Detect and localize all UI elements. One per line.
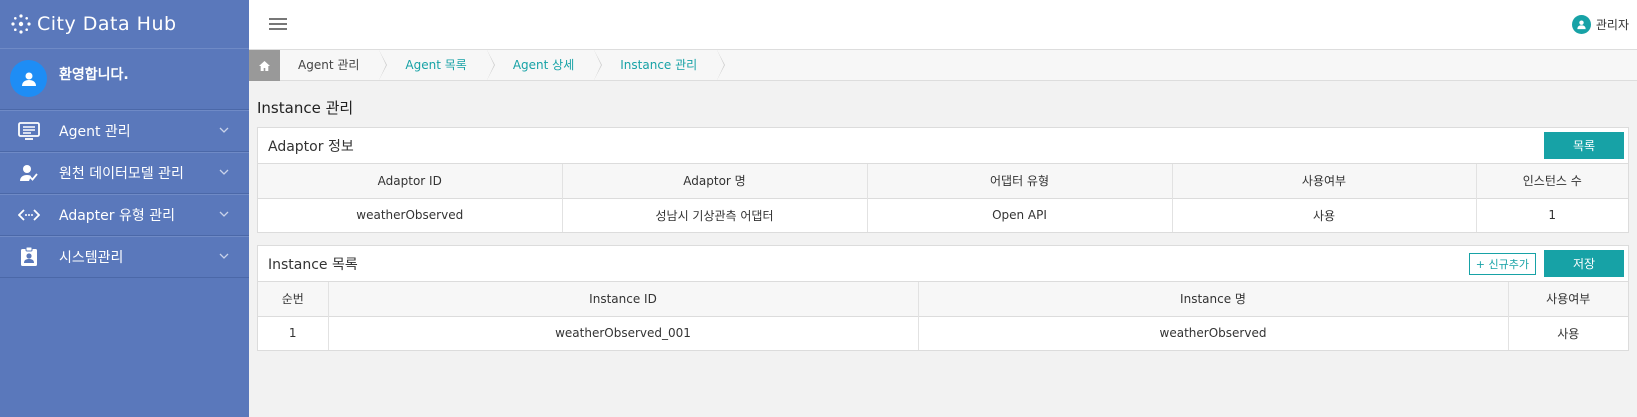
table-cell: 1 [1548,208,1557,223]
welcome-text: 환영합니다. [59,67,129,83]
column-header[interactable]: 어댑터 유형 [867,164,1173,198]
sidebar-item-label: 원천 데이터모델 관리 [59,166,184,182]
add-instance-button[interactable]: + 신규추가 [1468,253,1536,275]
sidebar-item-label: Adapter 유형 관리 [59,208,175,224]
user-label: 관리자 [1595,18,1629,32]
sidebar-item-label: 시스템관리 [59,250,124,266]
welcome-box: 환영합니다. [0,48,249,110]
chevron-down-icon [219,211,229,217]
user-check-icon [18,163,40,183]
panel-title: Adaptor 정보 [268,138,354,155]
sidebar-item-system[interactable]: 시스템관리 [0,236,249,278]
avatar [10,60,47,97]
table-cell: 사용 [1172,198,1477,232]
column-header[interactable]: Instance ID [328,282,919,316]
topbar: 관리자 [249,0,1637,50]
page-title: Instance 관리 [257,99,354,117]
adaptor-table: Adaptor ID Adaptor 명 어댑터 유형 사용여부 인스턴스 수 … [258,164,1628,232]
user-icon [1571,15,1591,34]
column-header[interactable]: 순번 [258,282,329,316]
menu-toggle-icon[interactable] [269,18,287,32]
table-header-row: 순번 Instance ID Instance 명 사용여부 [258,282,1628,316]
sidebar-item-agent[interactable]: Agent 관리 [0,110,249,152]
id-badge-icon [18,247,40,267]
breadcrumb-item[interactable]: Agent 상세 [487,50,603,81]
column-header[interactable]: Adaptor 명 [562,164,868,198]
user-menu[interactable]: 관리자 [1571,15,1629,34]
column-header[interactable]: 사용여부 [1172,164,1477,198]
sidebar-item-source-datamodel[interactable]: 원천 데이터모델 관리 [0,152,249,194]
breadcrumb: Agent 관리 Agent 목록 Agent 상세 Instance 관리 [249,50,1637,81]
chevron-down-icon [219,169,229,175]
table-header-row: Adaptor ID Adaptor 명 어댑터 유형 사용여부 인스턴스 수 [258,164,1628,198]
user-icon [21,72,36,86]
chevron-down-icon [219,127,229,133]
breadcrumb-item[interactable]: Agent 관리 [280,50,388,81]
breadcrumb-item[interactable]: Agent 목록 [379,50,496,81]
instance-table: 순번 Instance ID Instance 명 사용여부 1 weather… [258,282,1628,350]
table-cell: 성남시 기상관측 어댑터 [562,198,868,232]
code-arrows-icon [18,205,40,225]
column-header[interactable]: 인스턴스 수 [1476,164,1628,198]
home-icon[interactable] [249,50,280,81]
list-button[interactable]: 목록 [1544,132,1624,159]
table-row[interactable]: 1 weatherObserved_001 weatherObserved 사용 [258,316,1628,350]
panel-header: Instance 목록 + 신규추가 저장 [258,246,1628,282]
sidebar: City Data Hub 환영합니다. Agent 관리 원천 데이터모델 관… [0,0,249,417]
sidebar-item-adapter-type[interactable]: Adapter 유형 관리 [0,194,249,236]
table-cell: weatherObserved [918,316,1509,350]
adaptor-info-panel: Adaptor 정보 목록 Adaptor ID Adaptor 명 어댑터 유… [257,127,1629,233]
table-cell: weatherObserved_001 [328,316,919,350]
table-cell: weatherObserved [258,198,563,232]
save-button[interactable]: 저장 [1544,250,1624,277]
table-cell: 1 [258,316,329,350]
app-title: City Data Hub [37,13,177,35]
logo-icon [11,14,31,34]
column-header[interactable]: Adaptor ID [258,164,563,198]
sidebar-item-label: Agent 관리 [59,124,131,140]
chevron-down-icon [219,253,229,259]
column-header[interactable]: Instance 명 [918,282,1509,316]
monitor-list-icon [18,121,40,141]
table-row[interactable]: weatherObserved 성남시 기상관측 어댑터 Open API 사용… [258,198,1628,232]
app-logo[interactable]: City Data Hub [0,0,249,48]
panel-title: Instance 목록 [268,256,358,273]
breadcrumb-item[interactable]: Instance 관리 [594,50,726,81]
instance-list-panel: Instance 목록 + 신규추가 저장 순번 Instance ID Ins… [257,245,1629,351]
panel-header: Adaptor 정보 목록 [258,128,1628,164]
table-cell: Open API [867,198,1173,232]
table-cell: 사용 [1557,326,1580,341]
column-header[interactable]: 사용여부 [1508,282,1628,316]
